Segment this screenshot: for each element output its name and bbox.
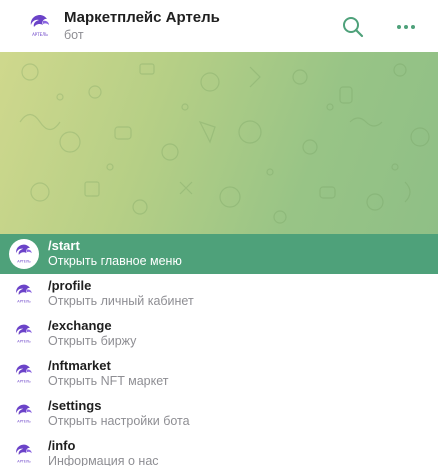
command-description: Открыть настройки бота	[48, 414, 190, 428]
command-description: Открыть главное меню	[48, 254, 182, 268]
command-description: Открыть биржу	[48, 334, 137, 348]
command-description: Открыть личный кабинет	[48, 294, 194, 308]
bot-avatar: АРТЕЛЬ	[9, 279, 39, 309]
more-dots-icon[interactable]	[394, 15, 418, 39]
artel-logo-icon: АРТЕЛЬ	[16, 404, 32, 424]
artel-logo-icon: АРТЕЛЬ	[30, 15, 49, 37]
artel-logo-icon: АРТЕЛЬ	[16, 284, 32, 304]
artel-logo-icon: АРТЕЛЬ	[16, 364, 32, 384]
svg-text:АРТЕЛЬ: АРТЕЛЬ	[17, 300, 31, 304]
command-row-start[interactable]: АРТЕЛЬ /start Открыть главное меню	[0, 234, 438, 274]
bot-avatar: АРТЕЛЬ	[9, 359, 39, 389]
svg-text:АРТЕЛЬ: АРТЕЛЬ	[17, 340, 31, 344]
chat-subtitle: бот	[64, 28, 84, 42]
command-name: /profile	[48, 278, 92, 293]
command-row-profile[interactable]: АРТЕЛЬ /profile Открыть личный кабинет	[0, 274, 438, 314]
svg-text:АРТЕЛЬ: АРТЕЛЬ	[17, 460, 31, 464]
command-row-exchange[interactable]: АРТЕЛЬ /exchange Открыть биржу	[0, 314, 438, 354]
bot-avatar[interactable]: АРТЕЛЬ	[26, 12, 54, 40]
bot-avatar: АРТЕЛЬ	[9, 239, 39, 269]
chat-background	[0, 52, 438, 234]
svg-text:АРТЕЛЬ: АРТЕЛЬ	[17, 420, 31, 424]
command-row-nftmarket[interactable]: АРТЕЛЬ /nftmarket Открыть NFT маркет	[0, 354, 438, 394]
bot-avatar: АРТЕЛЬ	[9, 439, 39, 466]
bot-avatar: АРТЕЛЬ	[9, 319, 39, 349]
command-name: /settings	[48, 398, 102, 413]
artel-logo-icon: АРТЕЛЬ	[16, 444, 32, 464]
svg-text:АРТЕЛЬ: АРТЕЛЬ	[32, 32, 48, 37]
command-name: /nftmarket	[48, 358, 111, 373]
bot-avatar: АРТЕЛЬ	[9, 399, 39, 429]
svg-text:АРТЕЛЬ: АРТЕЛЬ	[17, 260, 31, 264]
command-name: /start	[48, 238, 80, 253]
command-description: Открыть NFT маркет	[48, 374, 169, 388]
command-row-info[interactable]: АРТЕЛЬ /info Информация о нас	[0, 434, 438, 466]
chat-header: АРТЕЛЬ Маркетплейс Артель бот	[0, 0, 438, 52]
command-row-settings[interactable]: АРТЕЛЬ /settings Открыть настройки бота	[0, 394, 438, 434]
command-name: /exchange	[48, 318, 112, 333]
bot-commands-list: АРТЕЛЬ /start Открыть главное меню АРТЕЛ…	[0, 234, 438, 466]
command-name: /info	[48, 438, 76, 453]
artel-logo-icon: АРТЕЛЬ	[16, 324, 32, 344]
command-description: Информация о нас	[48, 454, 159, 466]
svg-text:АРТЕЛЬ: АРТЕЛЬ	[17, 380, 31, 384]
search-icon[interactable]	[341, 15, 365, 39]
artel-logo-icon: АРТЕЛЬ	[16, 244, 32, 264]
doodle-pattern	[19, 63, 430, 224]
chat-title: Маркетплейс Артель	[64, 9, 220, 26]
